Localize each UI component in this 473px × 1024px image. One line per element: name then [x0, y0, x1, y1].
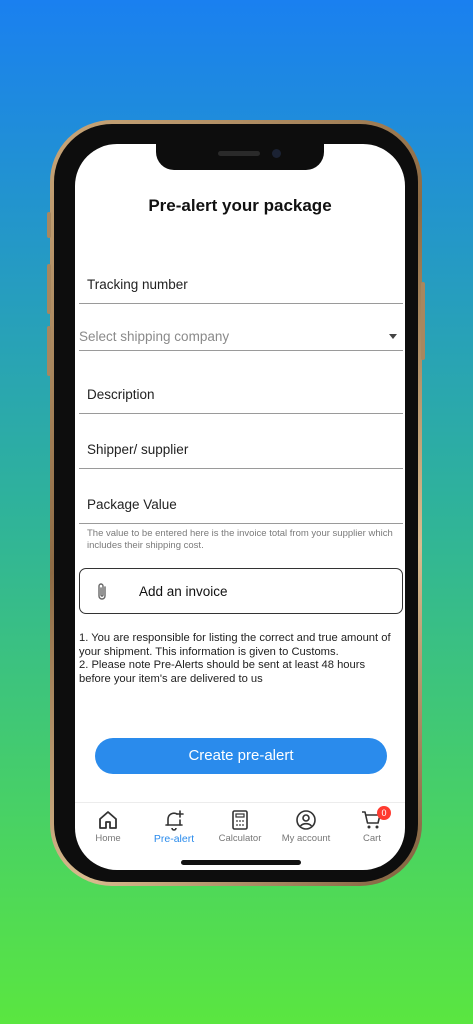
shipping-company-select[interactable]: Select shipping company [79, 311, 403, 351]
description-field[interactable]: Description [79, 372, 403, 414]
tab-home[interactable]: Home [75, 809, 141, 844]
tab-calculator[interactable]: Calculator [207, 809, 273, 844]
add-invoice-button[interactable]: Add an invoice [79, 568, 403, 614]
cart-count-badge: 0 [377, 806, 391, 820]
description-label: Description [87, 387, 155, 402]
bottom-tab-bar: Home Pre-alert Calculator My account 0 C… [75, 802, 405, 855]
package-value-field[interactable]: Package Value [79, 482, 403, 524]
calculator-icon [232, 810, 248, 830]
tab-my-account[interactable]: My account [273, 809, 339, 844]
app-screen: Pre-alert your package Tracking number S… [75, 144, 405, 870]
package-value-helper: The value to be entered here is the invo… [87, 528, 393, 551]
notch [156, 144, 324, 170]
phone-frame: Pre-alert your package Tracking number S… [47, 120, 425, 886]
create-prealert-button[interactable]: Create pre-alert [95, 738, 387, 774]
volume-up-button [47, 264, 51, 314]
notes-section: 1. You are responsible for listing the c… [79, 632, 397, 687]
tracking-number-label: Tracking number [87, 277, 188, 292]
tracking-number-field[interactable]: Tracking number [79, 262, 403, 304]
power-button [421, 282, 425, 360]
tab-my-account-label: My account [281, 833, 331, 844]
shipper-supplier-field[interactable]: Shipper/ supplier [79, 427, 403, 469]
tab-home-label: Home [95, 833, 121, 844]
add-invoice-label: Add an invoice [139, 584, 228, 599]
bell-plus-icon [165, 810, 184, 831]
note-timing: 2. Please note Pre-Alerts should be sent… [79, 659, 366, 686]
chevron-down-icon [389, 334, 397, 339]
tab-calculator-label: Calculator [218, 833, 262, 844]
page-title: Pre-alert your package [148, 196, 332, 215]
phone-bezel: Pre-alert your package Tracking number S… [54, 124, 418, 882]
tab-cart-label: Cart [363, 833, 381, 844]
speaker [218, 151, 260, 156]
user-circle-icon [296, 810, 316, 830]
volume-down-button [47, 326, 51, 376]
home-icon [99, 811, 117, 829]
home-indicator [181, 860, 301, 865]
tab-prealert[interactable]: Pre-alert [141, 809, 207, 845]
mute-switch [47, 212, 51, 238]
shipper-supplier-label: Shipper/ supplier [87, 442, 189, 457]
tab-prealert-label: Pre-alert [153, 833, 195, 845]
camera [272, 149, 281, 158]
package-value-label: Package Value [87, 497, 177, 512]
note-responsibility: 1. You are responsible for listing the c… [79, 632, 391, 658]
shipping-company-placeholder: Select shipping company [79, 329, 230, 344]
paperclip-icon [96, 582, 108, 607]
tab-cart[interactable]: 0 Cart [339, 806, 405, 844]
